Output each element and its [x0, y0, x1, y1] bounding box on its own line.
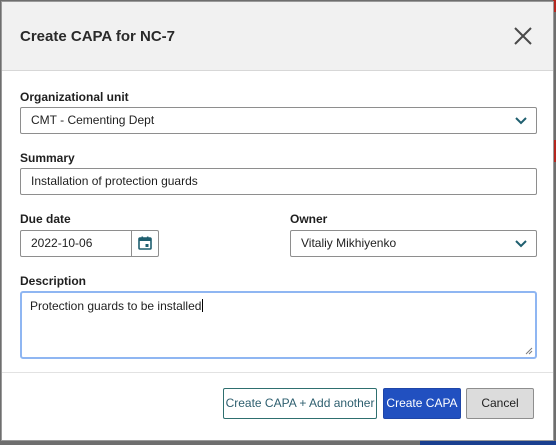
chevron-down-icon	[515, 240, 527, 248]
org-unit-value: CMT - Cementing Dept	[31, 113, 155, 127]
text-caret	[202, 299, 204, 312]
close-icon	[514, 27, 532, 45]
footer-divider	[2, 372, 553, 373]
dialog-title: Create CAPA for NC-7	[20, 28, 176, 45]
create-capa-add-another-button[interactable]: Create CAPA + Add another	[223, 388, 377, 419]
owner-select[interactable]: Vitaliy Mikhiyenko	[290, 230, 537, 257]
description-textarea[interactable]: Protection guards to be installed	[20, 291, 537, 359]
dialog-header: Create CAPA for NC-7	[2, 2, 553, 71]
create-capa-dialog: Create CAPA for NC-7 Organizational unit…	[1, 1, 554, 441]
summary-input[interactable]: Installation of protection guards	[20, 168, 537, 195]
resize-grip-icon[interactable]	[525, 347, 533, 355]
owner-value: Vitaliy Mikhiyenko	[301, 236, 397, 250]
org-unit-label: Organizational unit	[20, 90, 129, 104]
due-date-value: 2022-10-06	[31, 236, 93, 250]
org-unit-select[interactable]: CMT - Cementing Dept	[20, 107, 537, 134]
description-value: Protection guards to be installed	[30, 299, 202, 313]
backdrop-strip	[420, 441, 556, 445]
cancel-button[interactable]: Cancel	[466, 388, 534, 419]
close-button[interactable]	[511, 24, 535, 48]
summary-label: Summary	[20, 151, 75, 165]
due-date-label: Due date	[20, 212, 71, 226]
owner-label: Owner	[290, 212, 328, 226]
summary-value: Installation of protection guards	[31, 174, 198, 188]
date-divider	[131, 231, 132, 256]
chevron-down-icon	[515, 117, 527, 125]
due-date-input[interactable]: 2022-10-06	[20, 230, 159, 257]
calendar-icon[interactable]	[138, 236, 152, 250]
create-capa-button[interactable]: Create CAPA	[383, 388, 461, 419]
description-label: Description	[20, 274, 87, 288]
